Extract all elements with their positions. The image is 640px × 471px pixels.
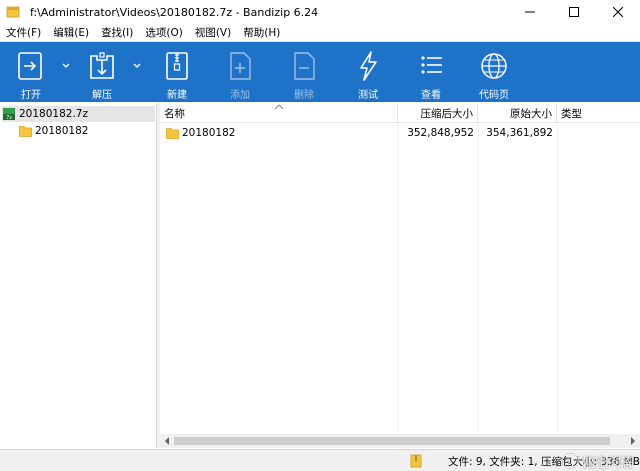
chevron-left-icon [165, 437, 169, 445]
add-label: 添加 [230, 90, 250, 101]
tree-item-folder[interactable]: 20180182 [19, 123, 88, 139]
minimize-button[interactable] [508, 0, 552, 24]
archive-status-icon [410, 454, 422, 468]
chevron-down-icon [62, 63, 70, 68]
watermark: 悟空问答 [561, 451, 634, 471]
extract-label: 解压 [92, 90, 112, 101]
sort-ascending-icon [274, 104, 284, 110]
window-title: f:\Administrator\Videos\20180182.7z - Ba… [30, 5, 319, 19]
scrollbar-thumb[interactable] [174, 437, 610, 445]
view-label: 查看 [421, 90, 441, 101]
list-header: 名称 压缩后大小 原始大小 类型 [160, 103, 640, 123]
codepage-button[interactable]: 代码页 [466, 42, 522, 102]
column-header-original-label: 原始大小 [510, 107, 552, 120]
close-button[interactable] [596, 0, 640, 24]
svg-text:7z: 7z [6, 115, 12, 121]
row-type [557, 124, 640, 142]
maximize-button[interactable] [552, 0, 596, 24]
globe-icon [481, 53, 507, 79]
add-button[interactable]: 添加 [212, 42, 268, 102]
menu-find[interactable]: 查找(I) [95, 25, 139, 40]
menu-options[interactable]: 选项(O) [139, 25, 188, 40]
tree-item-folder-label: 20180182 [35, 125, 89, 137]
lightning-icon [360, 51, 377, 81]
chevron-down-icon [133, 63, 141, 68]
open-icon [18, 52, 42, 80]
window-controls [508, 0, 640, 24]
new-archive-icon [166, 52, 188, 80]
folder-icon [19, 126, 32, 137]
extract-icon [90, 52, 114, 79]
scroll-left-button[interactable] [160, 434, 174, 448]
chevron-right-icon [631, 437, 635, 445]
new-label: 新建 [167, 90, 187, 101]
column-header-original[interactable]: 原始大小 [478, 103, 557, 123]
add-file-icon [230, 52, 251, 80]
horizontal-scrollbar[interactable] [160, 434, 640, 448]
maximize-icon [569, 7, 579, 17]
folder-icon [166, 128, 179, 139]
app-icon [6, 6, 20, 18]
column-divider [478, 123, 479, 434]
menu-file[interactable]: 文件(F) [0, 25, 47, 40]
column-header-type-label: 类型 [561, 107, 582, 120]
extract-dropdown[interactable] [131, 60, 143, 72]
delete-button[interactable]: 删除 [276, 42, 332, 102]
wukong-logo-icon [561, 452, 579, 470]
menu-view[interactable]: 视图(V) [189, 25, 237, 40]
codepage-label: 代码页 [479, 90, 509, 101]
test-button[interactable]: 测试 [340, 42, 396, 102]
7z-archive-icon: 7z [3, 108, 15, 121]
scroll-right-button[interactable] [626, 434, 640, 448]
table-row[interactable]: 20180182 352,848,952 354,361,892 [160, 124, 640, 142]
toolbar: 打开 解压 新建 添加 删除 测试 查看 代码页 [0, 42, 640, 102]
menu-bar: 文件(F) 编辑(E) 查找(I) 选项(O) 视图(V) 帮助(H) [0, 24, 640, 42]
row-packed-size: 352,848,952 [407, 127, 474, 139]
minimize-icon [525, 11, 535, 13]
row-original-size: 354,361,892 [486, 127, 553, 139]
row-name-cell: 20180182 [162, 124, 398, 142]
column-header-packed-label: 压缩后大小 [420, 107, 474, 120]
list-view-icon [421, 56, 442, 74]
view-button[interactable]: 查看 [403, 42, 459, 102]
folder-tree: 7z 20180182.7z 20180182 [0, 103, 157, 448]
test-label: 测试 [358, 90, 378, 101]
menu-edit[interactable]: 编辑(E) [47, 25, 95, 40]
watermark-text: 悟空问答 [581, 455, 634, 471]
status-bar: 文件: 9, 文件夹: 1, 压缩包大小: 336 MB 悟空问答 [0, 449, 640, 471]
tree-item-archive-label: 20180182.7z [19, 108, 88, 120]
open-label: 打开 [21, 90, 41, 101]
column-divider [398, 123, 399, 434]
column-header-type[interactable]: 类型 [557, 103, 640, 123]
delete-label: 删除 [294, 90, 314, 101]
column-header-name-label: 名称 [164, 107, 185, 120]
open-dropdown[interactable] [60, 60, 72, 72]
tree-item-archive[interactable]: 7z 20180182.7z [2, 106, 155, 122]
close-icon [613, 7, 623, 17]
file-list: 名称 压缩后大小 原始大小 类型 20180182 352,848,952 35… [160, 103, 640, 434]
title-bar: f:\Administrator\Videos\20180182.7z - Ba… [0, 0, 640, 24]
menu-help[interactable]: 帮助(H) [237, 25, 286, 40]
column-divider [557, 123, 558, 434]
new-button[interactable]: 新建 [149, 42, 205, 102]
column-header-packed[interactable]: 压缩后大小 [398, 103, 478, 123]
open-button[interactable]: 打开 [3, 42, 59, 102]
delete-file-icon [294, 52, 315, 80]
row-name: 20180182 [182, 127, 236, 139]
extract-button[interactable]: 解压 [74, 42, 130, 102]
